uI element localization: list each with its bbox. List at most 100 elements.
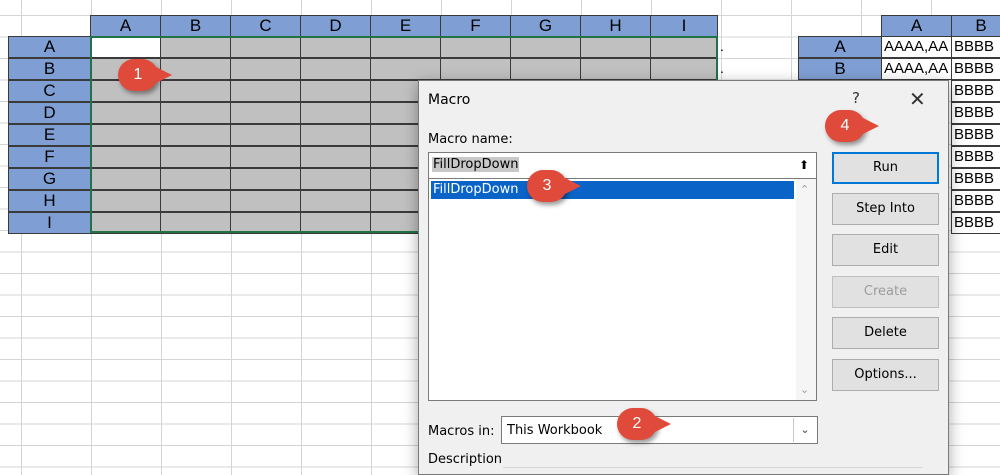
macros-in-label: Macros in:	[428, 424, 495, 439]
left-col-header-i[interactable]: I	[650, 15, 718, 37]
description-divider	[503, 467, 923, 468]
left-row-header-d[interactable]: D	[8, 102, 91, 124]
help-icon[interactable]: ?	[852, 89, 860, 107]
left-row-header-g[interactable]: G	[8, 168, 91, 190]
grid-cell[interactable]	[230, 102, 301, 124]
grid-cell[interactable]	[300, 168, 371, 190]
grid-cell[interactable]	[300, 190, 371, 212]
grid-cell[interactable]	[300, 36, 371, 58]
grid-cell[interactable]	[300, 58, 371, 80]
grid-cell[interactable]	[370, 36, 441, 58]
grid-cell[interactable]	[230, 58, 301, 80]
stray-dot: .	[720, 60, 724, 76]
right-cell-b-b[interactable]: BBBB	[951, 58, 1000, 80]
grid-cell[interactable]	[230, 124, 301, 146]
grid-cell[interactable]	[160, 190, 231, 212]
grid-cell[interactable]	[230, 212, 301, 234]
right-cell-b-e[interactable]: BBBB	[951, 124, 1000, 146]
grid-cell[interactable]	[160, 168, 231, 190]
macro-name-label: Macro name:	[428, 132, 513, 147]
delete-button[interactable]: Delete	[832, 317, 939, 349]
left-row-header-f[interactable]: F	[8, 146, 91, 168]
grid-cell[interactable]	[510, 36, 581, 58]
grid-cell[interactable]	[230, 146, 301, 168]
macro-name-input[interactable]: FillDropDown ⬆	[428, 152, 817, 179]
grid-cell[interactable]	[160, 212, 231, 234]
right-cell-b-a[interactable]: BBBB	[951, 36, 1000, 58]
grid-cell[interactable]	[90, 102, 161, 124]
right-cell-b-c[interactable]: BBBB	[951, 80, 1000, 102]
left-row-header-i[interactable]: I	[8, 212, 91, 234]
grid-cell[interactable]	[90, 212, 161, 234]
right-cell-b-i[interactable]: BBBB	[951, 212, 1000, 234]
callout-badge-4: 4	[825, 110, 879, 142]
grid-cell[interactable]	[160, 146, 231, 168]
chevron-down-icon[interactable]: ⌄	[793, 418, 816, 442]
options-button[interactable]: Options...	[832, 359, 939, 391]
grid-cell[interactable]	[440, 36, 511, 58]
grid-cell[interactable]	[650, 36, 718, 58]
grid-cell[interactable]	[90, 190, 161, 212]
grid-cell[interactable]	[90, 146, 161, 168]
grid-cell[interactable]	[230, 36, 301, 58]
left-col-header-g[interactable]: G	[510, 15, 581, 37]
right-cell-a-a[interactable]: AAAA,AA	[881, 36, 952, 58]
left-col-header-e[interactable]: E	[370, 15, 441, 37]
right-col-header-a[interactable]: A	[881, 15, 952, 37]
description-label: Description	[428, 452, 503, 467]
grid-cell[interactable]	[300, 102, 371, 124]
left-row-header-b[interactable]: B	[8, 58, 91, 80]
left-col-header-b[interactable]: B	[160, 15, 231, 37]
grid-cell[interactable]	[160, 102, 231, 124]
macro-name-value: FillDropDown	[432, 157, 520, 172]
grid-cell[interactable]	[650, 58, 718, 80]
scroll-up-icon[interactable]: ⌃	[800, 183, 809, 196]
up-arrow-icon[interactable]: ⬆	[795, 156, 813, 174]
step-into-button[interactable]: Step Into	[832, 193, 939, 225]
left-row-header-a[interactable]: A	[8, 36, 91, 58]
left-row-header-e[interactable]: E	[8, 124, 91, 146]
grid-cell[interactable]	[510, 58, 581, 80]
grid-cell[interactable]	[230, 80, 301, 102]
right-row-header-b[interactable]: B	[798, 58, 882, 80]
right-cell-b-d[interactable]: BBBB	[951, 102, 1000, 124]
right-row-header-a[interactable]: A	[798, 36, 882, 58]
right-cell-a-b[interactable]: AAAA,AA	[881, 58, 952, 80]
list-item[interactable]: FillDropDown	[431, 181, 794, 199]
left-col-header-c[interactable]: C	[230, 15, 301, 37]
grid-cell[interactable]	[440, 58, 511, 80]
edit-button[interactable]: Edit	[832, 234, 939, 266]
list-scrollbar[interactable]: ⌃ ⌄	[796, 179, 816, 400]
grid-cell[interactable]	[370, 58, 441, 80]
left-row-header-h[interactable]: H	[8, 190, 91, 212]
right-cell-b-h[interactable]: BBBB	[951, 190, 1000, 212]
grid-cell[interactable]	[300, 146, 371, 168]
macro-list[interactable]: FillDropDown ⌃ ⌄	[428, 179, 817, 401]
grid-cell[interactable]	[580, 58, 651, 80]
grid-cell[interactable]	[300, 124, 371, 146]
grid-cell[interactable]	[160, 124, 231, 146]
grid-cell[interactable]	[580, 36, 651, 58]
grid-cell[interactable]	[90, 168, 161, 190]
left-col-header-d[interactable]: D	[300, 15, 371, 37]
left-col-header-a[interactable]: A	[90, 15, 161, 37]
right-cell-b-g[interactable]: BBBB	[951, 168, 1000, 190]
grid-cell[interactable]	[300, 212, 371, 234]
right-cell-b-f[interactable]: BBBB	[951, 146, 1000, 168]
scroll-down-icon[interactable]: ⌄	[800, 383, 809, 396]
grid-cell[interactable]	[160, 36, 231, 58]
close-icon[interactable]: ✕	[909, 87, 926, 111]
grid-cell[interactable]	[90, 36, 161, 58]
callout-badge-2: 2	[617, 408, 671, 440]
stray-dot: .	[720, 38, 724, 54]
left-row-header-c[interactable]: C	[8, 80, 91, 102]
right-col-header-b[interactable]: B	[951, 15, 1000, 37]
grid-cell[interactable]	[230, 168, 301, 190]
left-col-header-h[interactable]: H	[580, 15, 651, 37]
callout-badge-3: 3	[527, 170, 581, 202]
grid-cell[interactable]	[230, 190, 301, 212]
left-col-header-f[interactable]: F	[440, 15, 511, 37]
run-button[interactable]: Run	[832, 152, 939, 184]
grid-cell[interactable]	[90, 124, 161, 146]
grid-cell[interactable]	[300, 80, 371, 102]
